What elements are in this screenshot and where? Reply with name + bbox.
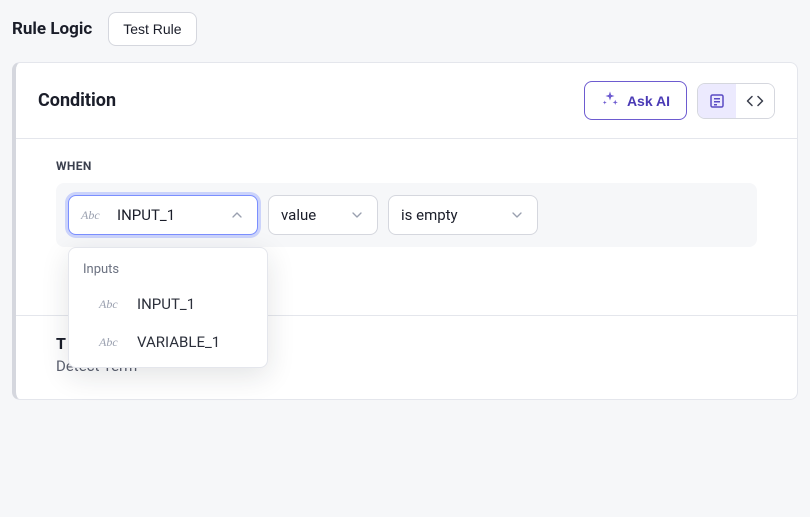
code-view-icon [746,92,764,110]
form-view-button[interactable] [698,84,736,118]
variable-select[interactable]: Abc INPUT_1 [68,195,258,235]
dropdown-item-input-1[interactable]: Abc INPUT_1 [69,285,267,323]
view-mode-toggle [697,83,775,119]
dropdown-item-label: VARIABLE_1 [137,333,220,351]
attribute-select-value: value [281,206,316,224]
variable-dropdown: Inputs Abc INPUT_1 Abc VARIABLE_1 [68,247,268,368]
dropdown-item-label: INPUT_1 [137,295,195,313]
form-view-icon [708,92,726,110]
chevron-down-icon [509,207,525,223]
page-title: Rule Logic [12,19,92,39]
test-rule-button[interactable]: Test Rule [108,12,196,46]
ask-ai-button[interactable]: Ask AI [584,81,687,120]
code-view-button[interactable] [736,84,774,118]
dropdown-item-variable-1[interactable]: Abc VARIABLE_1 [69,323,267,361]
ask-ai-label: Ask AI [627,93,670,109]
text-type-icon: Abc [81,208,107,223]
operator-select[interactable]: is empty [388,195,538,235]
chevron-up-icon [229,207,245,223]
condition-row: Abc INPUT_1 value is empty [56,183,757,247]
variable-select-value: INPUT_1 [117,206,175,224]
operator-select-value: is empty [401,206,458,224]
attribute-select[interactable]: value [268,195,378,235]
condition-title: Condition [38,90,116,111]
condition-card: Condition Ask AI [12,62,798,400]
when-label: WHEN [56,159,757,173]
sparkle-icon [601,90,619,111]
dropdown-section-label: Inputs [69,258,267,285]
text-type-icon: Abc [99,335,125,350]
text-type-icon: Abc [99,297,125,312]
chevron-down-icon [349,207,365,223]
